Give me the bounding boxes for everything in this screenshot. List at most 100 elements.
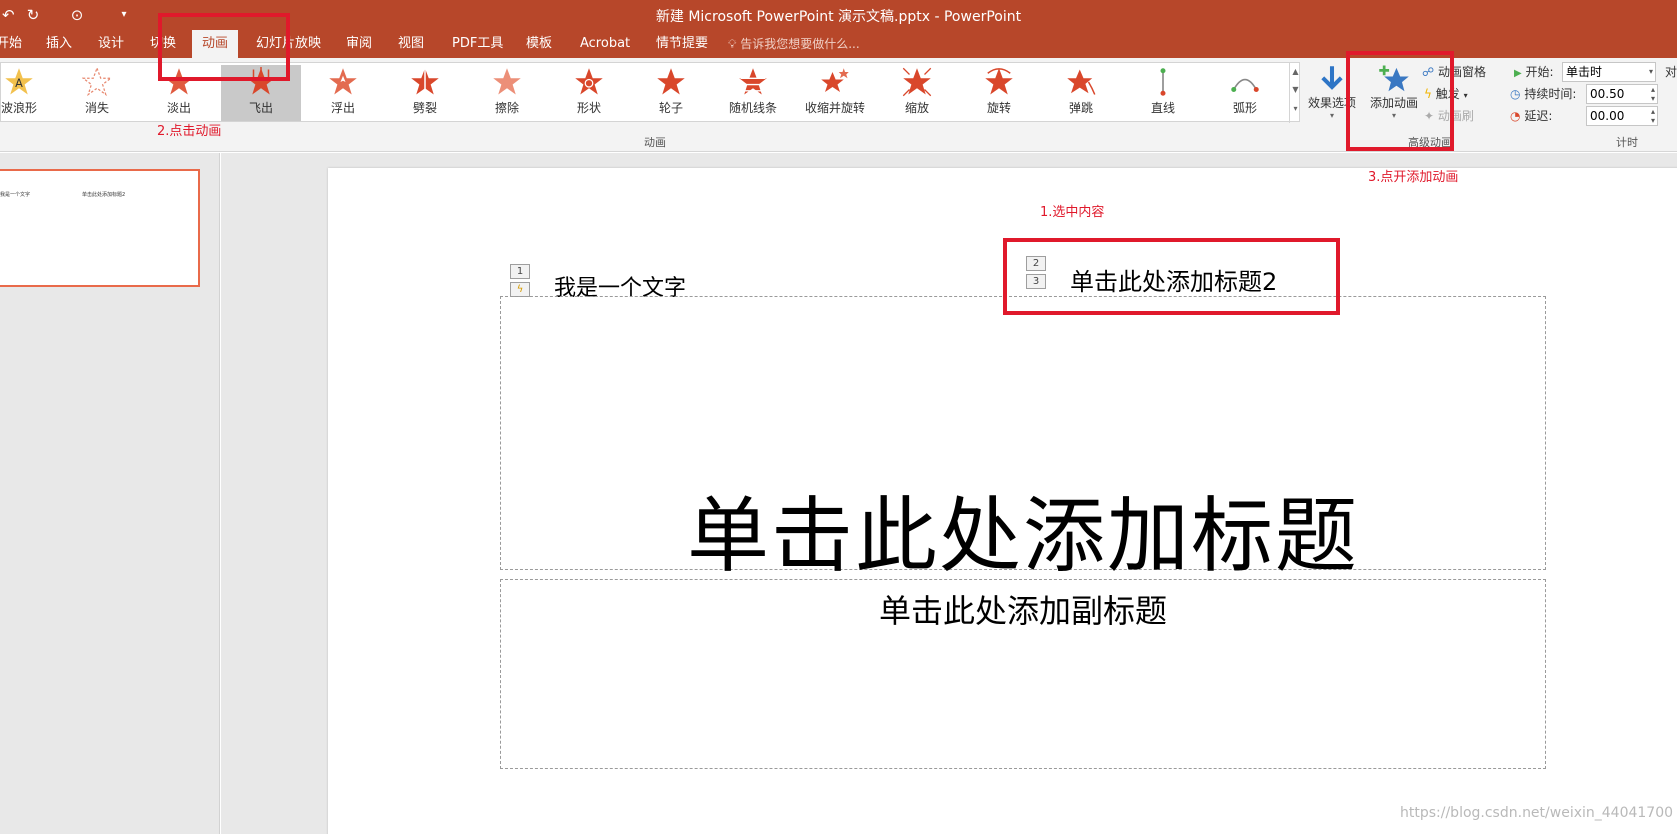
timing-group-label: 计时 [1616,136,1638,149]
step1-note: 1.选中内容 [1040,205,1105,220]
gallery-label: 缩放 [904,101,929,115]
wheel-star-icon [657,68,685,95]
gallery-label: 弹跳 [1068,101,1093,115]
split-star-icon [411,67,439,97]
trigger-tag-lightning-icon[interactable]: ϟ [510,282,530,297]
tab-templates[interactable]: 模板 [516,30,562,58]
animation-tag-1[interactable]: 1 [510,264,530,279]
title-text: 单击此处添加标题 [686,489,1359,584]
tab-acrobat[interactable]: Acrobat [570,30,640,58]
arcs-path-icon [1231,78,1259,92]
delay-label: ◔ 延迟: [1510,106,1552,126]
slide-thumbnail-1[interactable]: 我是一个文字 单击此处添加标题2 [0,169,200,287]
delay-value: 00.00 [1590,109,1625,123]
gallery-label: 消失 [84,101,109,115]
gallery-scrollbar[interactable]: ▲ ▼ ▾ [1289,63,1301,123]
gallery-item-wipe[interactable]: 擦除 [467,65,547,121]
title-placeholder[interactable]: 单击此处添加标题 [500,296,1546,584]
highlight-selected-content [1003,238,1340,315]
gallery-label: 飞出 [248,101,273,115]
swivel-star-icon [985,68,1013,95]
tab-insert[interactable]: 插入 [36,30,82,58]
spinner-arrows-icon: ▴ ▾ [1650,107,1655,125]
lines-path-icon [1160,68,1166,96]
gallery-item-wave[interactable]: A 波浪形 [0,65,59,121]
spinner-arrows-icon: ▴ ▾ [1650,85,1655,103]
reorder-label[interactable]: 对 [1665,62,1677,82]
gallery-label: 波浪形 [0,101,37,115]
chevron-down-icon: ▾ [1648,67,1653,76]
gallery-scroll-down-icon[interactable]: ▼ [1290,81,1301,99]
gallery-item-disappear[interactable]: 消失 [57,65,137,121]
start-label-text: 开始: [1525,65,1554,79]
tab-home[interactable]: 开始 [0,30,32,58]
disappear-star-icon [82,67,112,97]
animation-group-label: 动画 [644,136,666,149]
gallery-item-shape[interactable]: 形状 [549,65,629,121]
gallery-label: 直线 [1150,101,1175,115]
powerpoint-window: ↶ ↻ ⊙ ▾ 新建 Microsoft PowerPoint 演示文稿.ppt… [0,0,1677,834]
bounce-star-icon [1067,69,1096,95]
gallery-label: 劈裂 [412,101,437,115]
thumbnail-text: 单击此处添加标题2 [82,192,126,198]
duration-label-text: 持续时间: [1524,87,1577,101]
shape-star-icon [575,68,603,95]
gallery-label: 形状 [576,101,601,115]
gallery-scroll-up-icon[interactable]: ▲ [1290,63,1301,81]
dropdown-arrow-icon: ▾ [1463,91,1468,100]
gallery-label: 收缩并旋转 [804,101,865,115]
tab-design[interactable]: 设计 [88,30,134,58]
gallery-item-arcs[interactable]: 弧形 [1205,65,1285,121]
clock-icon: ◷ [1510,87,1521,101]
slide-editor: 1 ϟ 我是一个文字 2 3 单击此处添加标题2 单击此处添加标题 单击此处添加… [221,153,1677,834]
gallery-more-icon[interactable]: ▾ [1290,99,1301,119]
step3-note: 3.点开添加动画 [1368,170,1459,185]
gallery-item-random-bars[interactable]: 随机线条 [713,65,793,121]
gallery-label: 浮出 [330,101,355,115]
thumbnail-text: 我是一个文字 [0,192,31,198]
gallery-label: 淡出 [166,101,191,115]
tab-view[interactable]: 视图 [388,30,434,58]
tell-me-search[interactable]: 💡︎ 告诉我您想要做什么... [728,30,860,58]
gallery-label: 随机线条 [728,101,777,115]
float-out-star-icon [329,68,357,95]
highlight-add-animation [1346,51,1454,151]
duration-value: 00.50 [1590,87,1625,101]
gallery-label: 轮子 [658,101,683,115]
watermark: https://blog.csdn.net/weixin_44041700 [1400,805,1674,821]
gallery-item-bounce[interactable]: 弹跳 [1041,65,1121,121]
start-dropdown[interactable]: 单击时 ▾ [1562,62,1656,82]
gallery-item-lines[interactable]: 直线 [1123,65,1203,121]
start-value: 单击时 [1566,65,1603,79]
gallery-label: 擦除 [494,101,519,115]
gallery-item-float-out[interactable]: 浮出 [303,65,383,121]
wipe-star-icon [493,68,521,95]
gallery-item-swivel[interactable]: 旋转 [959,65,1039,121]
delay-spinner[interactable]: 00.00 ▴ ▾ [1586,106,1658,126]
random-bars-star-icon [739,68,767,95]
duration-spinner[interactable]: 00.50 ▴ ▾ [1586,84,1658,104]
gallery-item-shrink-turn[interactable]: 收缩并旋转 [795,65,875,121]
lightbulb-icon: 💡︎ [728,37,737,51]
tab-storyboarding[interactable]: 情节提要 [646,30,718,58]
gallery-item-zoom[interactable]: 缩放 [877,65,957,121]
gallery-item-wheel[interactable]: 轮子 [631,65,711,121]
tab-review[interactable]: 审阅 [336,30,382,58]
start-label: ▶ 开始: [1514,62,1554,82]
tell-me-placeholder: 告诉我您想要做什么... [740,37,860,51]
duration-label: ◷ 持续时间: [1510,84,1576,104]
subtitle-placeholder[interactable]: 单击此处添加副标题 [500,579,1546,769]
down-arrow-icon [1321,66,1343,90]
zoom-star-icon [902,67,932,97]
step2-note: 2.点击动画 [157,124,222,139]
svg-text:A: A [15,77,23,90]
play-icon: ▶ [1514,68,1522,79]
highlight-animations-tab [158,13,290,81]
subtitle-text: 单击此处添加副标题 [878,592,1167,630]
slide-thumbnail-pane: 我是一个文字 单击此处添加标题2 [0,153,220,834]
shrink-turn-star-icon [821,68,849,92]
gallery-item-split[interactable]: 劈裂 [385,65,465,121]
gallery-label: 弧形 [1232,101,1257,115]
tab-pdf-tools[interactable]: PDF工具 [442,30,513,58]
gallery-label: 旋转 [986,101,1011,115]
